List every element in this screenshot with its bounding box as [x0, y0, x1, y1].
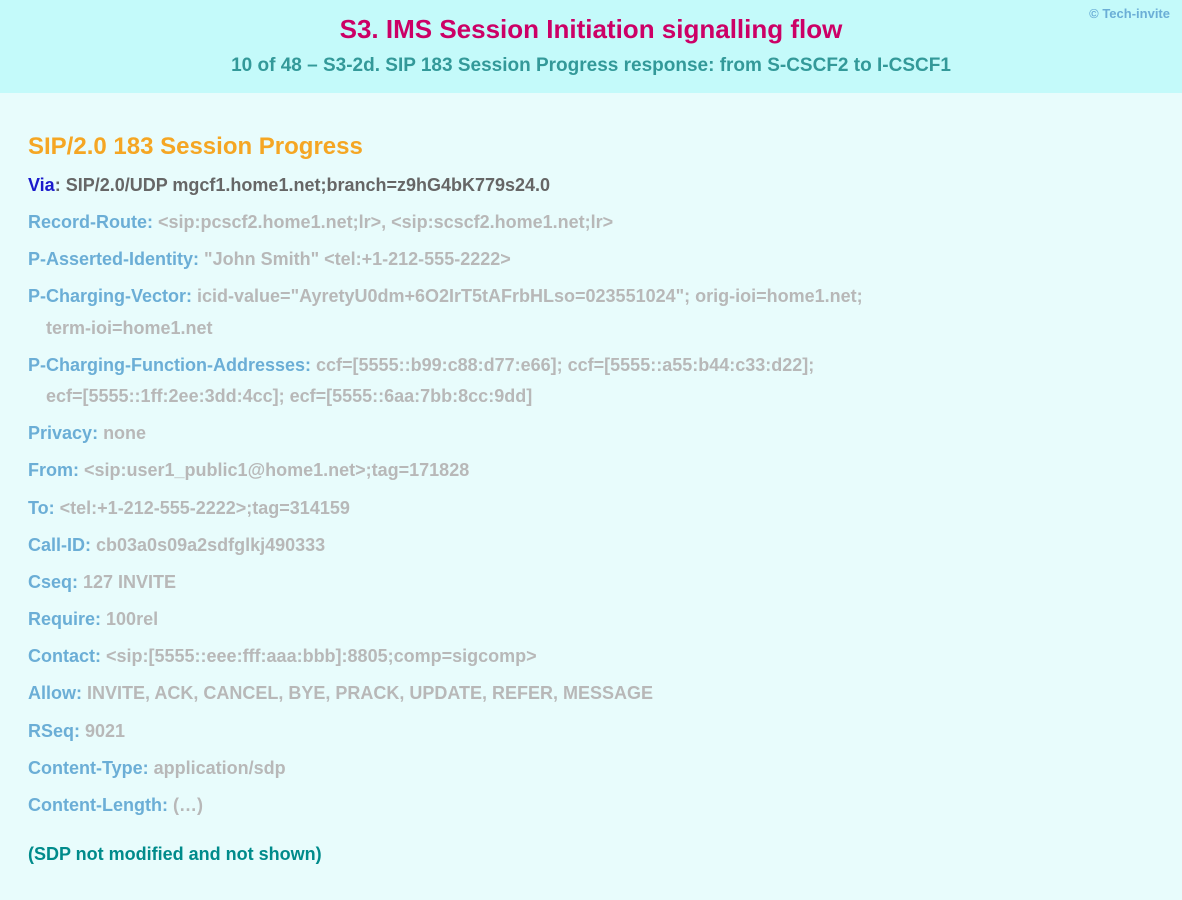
- sip-header-key: Content-Type: [28, 758, 143, 778]
- sip-header-line: Content-Type: application/sdp: [28, 756, 1154, 781]
- sip-header-key: RSeq: [28, 721, 74, 741]
- sip-headers-list: Record-Route: <sip:pcscf2.home1.net;lr>,…: [28, 210, 1154, 818]
- sip-header-line: Record-Route: <sip:pcscf2.home1.net;lr>,…: [28, 210, 1154, 235]
- sdp-footer-note: (SDP not modified and not shown): [28, 844, 1154, 865]
- copyright-text: © Tech-invite: [1089, 6, 1170, 21]
- sip-header-line: Content-Length: (…): [28, 793, 1154, 818]
- sip-header-key: Call-ID: [28, 535, 85, 555]
- sip-header-value: (…): [173, 795, 203, 815]
- sip-response-title: SIP/2.0 183 Session Progress: [28, 133, 1154, 161]
- sip-header-line: Allow: INVITE, ACK, CANCEL, BYE, PRACK, …: [28, 681, 1154, 706]
- sip-header-key: Cseq: [28, 572, 72, 592]
- page-subtitle: 10 of 48 – S3-2d. SIP 183 Session Progre…: [20, 55, 1162, 77]
- sip-header-value-cont: term-ioi=home1.net: [28, 316, 1154, 341]
- page-title: S3. IMS Session Initiation signalling fl…: [20, 14, 1162, 45]
- sip-header-line: P-Charging-Vector: icid-value="AyretyU0d…: [28, 284, 1154, 340]
- sip-header-value-cont: ecf=[5555::1ff:2ee:3dd:4cc]; ecf=[5555::…: [28, 384, 1154, 409]
- sip-header-value: <sip:user1_public1@home1.net>;tag=171828: [84, 460, 469, 480]
- sip-header-key: P-Charging-Vector: [28, 286, 186, 306]
- sip-header-value: cb03a0s09a2sdfglkj490333: [96, 535, 325, 555]
- sip-header-key: Require: [28, 609, 95, 629]
- sip-header-value: none: [103, 423, 146, 443]
- sip-header-value: "John Smith" <tel:+1-212-555-2222>: [204, 249, 511, 269]
- sip-header-value: <sip:pcscf2.home1.net;lr>, <sip:scscf2.h…: [158, 212, 613, 232]
- sip-header-key: Privacy: [28, 423, 92, 443]
- sip-header-line: RSeq: 9021: [28, 719, 1154, 744]
- via-key: Via: [28, 175, 55, 195]
- content-area: SIP/2.0 183 Session Progress Via: SIP/2.…: [0, 93, 1182, 900]
- sip-header-key: Content-Length: [28, 795, 162, 815]
- sip-header-value: ccf=[5555::b99:c88:d77:e66]; ccf=[5555::…: [316, 355, 814, 375]
- sip-header-line: P-Asserted-Identity: "John Smith" <tel:+…: [28, 247, 1154, 272]
- sip-header-key: P-Charging-Function-Addresses: [28, 355, 305, 375]
- sip-header-value: icid-value="AyretyU0dm+6O2IrT5tAFrbHLso=…: [197, 286, 863, 306]
- sip-header-line: Require: 100rel: [28, 607, 1154, 632]
- sip-header-value: <sip:[5555::eee:fff:aaa:bbb]:8805;comp=s…: [106, 646, 537, 666]
- via-header-line: Via: SIP/2.0/UDP mgcf1.home1.net;branch=…: [28, 175, 1154, 196]
- sip-header-key: Contact: [28, 646, 95, 666]
- sip-header-key: Record-Route: [28, 212, 147, 232]
- sip-header-line: Contact: <sip:[5555::eee:fff:aaa:bbb]:88…: [28, 644, 1154, 669]
- sip-header-key: Allow: [28, 683, 76, 703]
- sip-header-value: 9021: [85, 721, 125, 741]
- sip-header-value: 100rel: [106, 609, 158, 629]
- sip-header-line: From: <sip:user1_public1@home1.net>;tag=…: [28, 458, 1154, 483]
- sip-header-value: 127 INVITE: [83, 572, 176, 592]
- sip-header-key: P-Asserted-Identity: [28, 249, 193, 269]
- sip-header-key: To: [28, 498, 49, 518]
- sip-header-key: From: [28, 460, 73, 480]
- sip-header-line: Cseq: 127 INVITE: [28, 570, 1154, 595]
- sip-header-value: INVITE, ACK, CANCEL, BYE, PRACK, UPDATE,…: [87, 683, 653, 703]
- sip-header-value: <tel:+1-212-555-2222>;tag=314159: [60, 498, 350, 518]
- sip-header-line: Call-ID: cb03a0s09a2sdfglkj490333: [28, 533, 1154, 558]
- sip-header-value: application/sdp: [154, 758, 286, 778]
- header-banner: © Tech-invite S3. IMS Session Initiation…: [0, 0, 1182, 93]
- via-value: SIP/2.0/UDP mgcf1.home1.net;branch=z9hG4…: [66, 175, 550, 195]
- sip-header-line: Privacy: none: [28, 421, 1154, 446]
- sip-header-line: To: <tel:+1-212-555-2222>;tag=314159: [28, 496, 1154, 521]
- sip-header-line: P-Charging-Function-Addresses: ccf=[5555…: [28, 353, 1154, 409]
